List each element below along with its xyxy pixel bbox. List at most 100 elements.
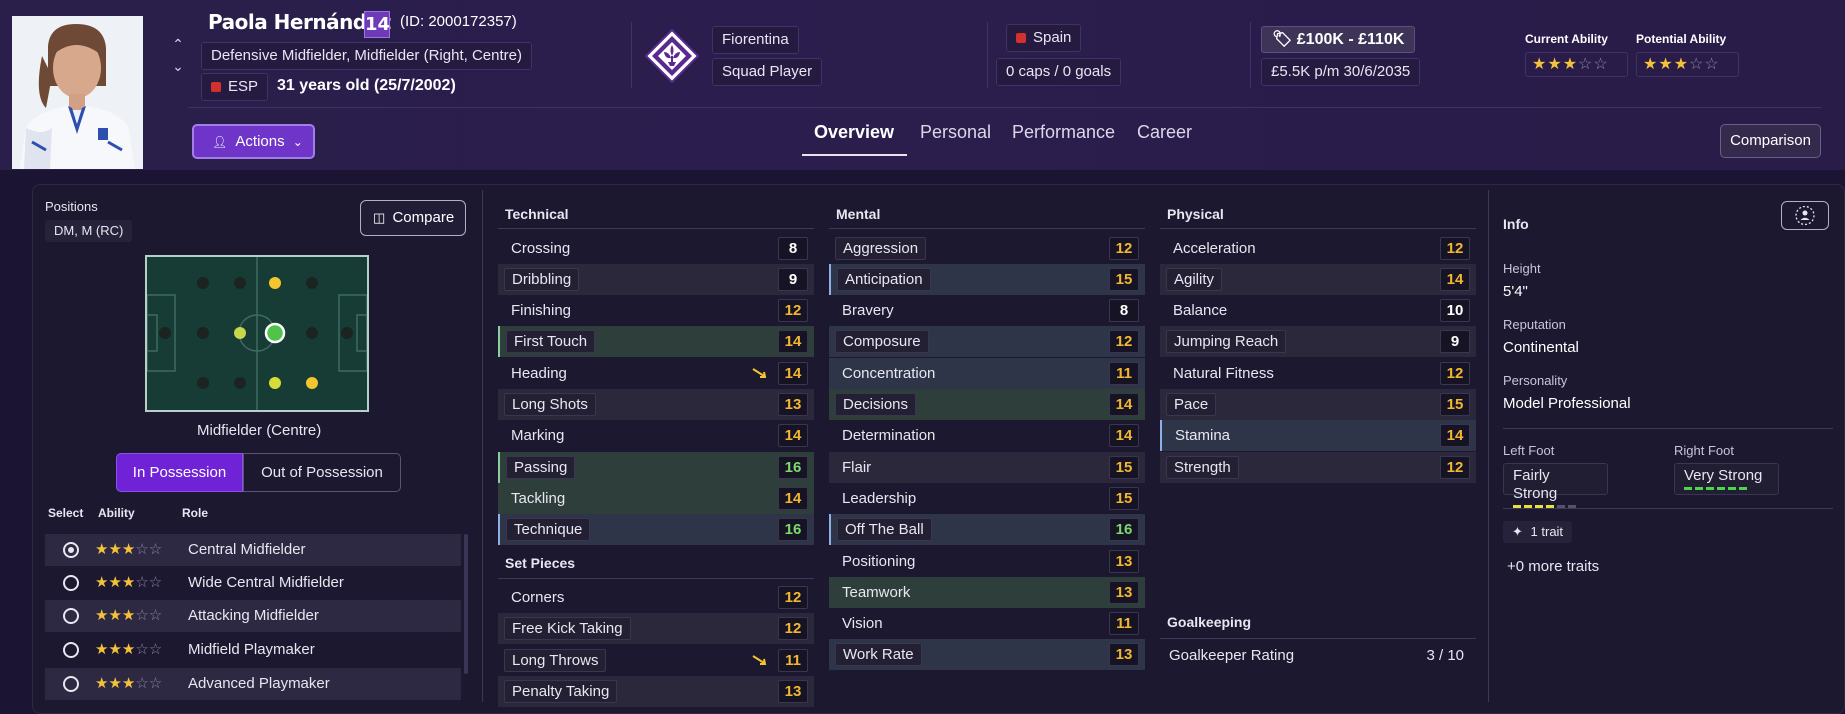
compare-button[interactable]: ◫ Compare <box>360 200 466 236</box>
info-avatar-button[interactable] <box>1781 201 1829 230</box>
attr-row[interactable]: Corners 12 <box>498 582 814 613</box>
header-divider <box>188 107 1821 108</box>
roles-scrollbar[interactable] <box>464 534 468 674</box>
attr-row[interactable]: Teamwork 13 <box>829 577 1145 608</box>
club-name[interactable]: Fiorentina <box>712 26 799 54</box>
attr-value: 13 <box>1109 581 1139 604</box>
attr-row[interactable]: Vision 11 <box>829 608 1145 639</box>
role-radio[interactable] <box>63 608 79 624</box>
club-crest-icon[interactable] <box>644 28 700 84</box>
attr-value: 11 <box>778 649 808 672</box>
role-radio[interactable] <box>63 575 79 591</box>
attr-row[interactable]: Leadership 15 <box>829 483 1145 514</box>
attr-name: Teamwork <box>842 584 911 601</box>
attr-name: Finishing <box>511 302 572 319</box>
attr-row[interactable]: Stamina 14 <box>1160 420 1476 451</box>
in-possession-toggle[interactable]: In Possession <box>116 453 243 492</box>
mental-title: Mental <box>836 206 881 222</box>
attr-row[interactable]: Determination 14 <box>829 420 1145 451</box>
tab-performance[interactable]: Performance <box>1012 122 1115 143</box>
tab-career[interactable]: Career <box>1137 122 1192 143</box>
attr-row[interactable]: Concentration 11 <box>829 358 1145 389</box>
attr-row[interactable]: Natural Fitness 12 <box>1160 358 1476 389</box>
right-foot-label: Right Foot <box>1674 443 1734 458</box>
attr-name: Vision <box>842 615 883 632</box>
attr-row[interactable]: Heading 14 <box>498 358 814 389</box>
goalkeeper-rating-row[interactable]: Goalkeeper Rating 3 / 10 <box>1160 641 1476 672</box>
attr-row[interactable]: Off The Ball 16 <box>829 514 1145 545</box>
nation-chip[interactable]: Spain <box>1006 24 1082 52</box>
attr-name: Leadership <box>842 490 917 507</box>
attr-row[interactable]: Anticipation 15 <box>829 264 1145 295</box>
role-radio[interactable] <box>63 542 79 558</box>
attr-row[interactable]: Bravery 8 <box>829 295 1145 326</box>
role-row[interactable]: ★★★☆☆ Wide Central Midfielder <box>45 567 461 599</box>
divider <box>631 22 632 88</box>
attr-value: 10 <box>1440 299 1470 322</box>
more-traits-link[interactable]: +0 more traits <box>1507 558 1599 575</box>
comparison-button[interactable]: Comparison <box>1720 124 1821 158</box>
attr-row[interactable]: Long Shots 13 <box>498 389 814 420</box>
attr-row[interactable]: Penalty Taking 13 <box>498 676 814 707</box>
info-title: Info <box>1503 216 1529 232</box>
attr-row[interactable]: Passing 16 <box>498 452 814 483</box>
attr-row[interactable]: Dribbling 9 <box>498 264 814 295</box>
attr-row[interactable]: Technique 16 <box>498 514 814 545</box>
role-row[interactable]: ★★★☆☆ Midfield Playmaker <box>45 634 461 666</box>
attr-row[interactable]: Finishing 12 <box>498 295 814 326</box>
attr-value: 11 <box>1109 362 1139 385</box>
attr-name: Balance <box>1173 302 1228 319</box>
attr-row[interactable]: Tackling 14 <box>498 483 814 514</box>
tab-personal[interactable]: Personal <box>920 122 991 143</box>
attr-row[interactable]: Decisions 14 <box>829 389 1145 420</box>
attr-row[interactable]: Jumping Reach 9 <box>1160 326 1476 357</box>
divider <box>1250 22 1251 88</box>
out-of-possession-toggle[interactable]: Out of Possession <box>243 453 401 492</box>
squad-number-badge: 14 <box>364 11 390 38</box>
attr-row[interactable]: Flair 15 <box>829 452 1145 483</box>
person-icon: 👤︎ <box>212 135 228 149</box>
attr-row[interactable]: Pace 15 <box>1160 389 1476 420</box>
attr-value: 13 <box>778 680 808 703</box>
physical-title: Physical <box>1167 206 1224 222</box>
attr-name: Heading <box>511 365 567 382</box>
role-row[interactable]: ★★★☆☆ Central Midfielder <box>45 534 461 566</box>
attr-value: 16 <box>778 456 808 479</box>
attr-row[interactable]: Work Rate 13 <box>829 639 1145 670</box>
attr-row[interactable]: Acceleration 12 <box>1160 233 1476 264</box>
divider <box>482 190 483 702</box>
attr-name: Passing <box>506 456 576 479</box>
attr-value: 14 <box>1440 268 1470 291</box>
role-row[interactable]: ★★★☆☆ Advanced Playmaker <box>45 668 461 700</box>
role-name: Wide Central Midfielder <box>188 574 344 591</box>
attr-row[interactable]: Composure 12 <box>829 326 1145 357</box>
role-row[interactable]: ★★★☆☆ Attacking Midfielder <box>45 600 461 632</box>
nationality-chip[interactable]: ESP <box>201 73 269 101</box>
role-radio[interactable] <box>63 642 79 658</box>
attr-name: Flair <box>842 459 872 476</box>
attr-name: Technique <box>506 518 591 541</box>
actions-button[interactable]: 👤︎ Actions ⌄ <box>192 124 315 159</box>
attr-row[interactable]: Marking 14 <box>498 420 814 451</box>
attr-row[interactable]: Free Kick Taking 12 <box>498 613 814 644</box>
attr-row[interactable]: Long Throws 11 <box>498 645 814 676</box>
attr-value: 11 <box>1109 612 1139 635</box>
role-radio[interactable] <box>63 676 79 692</box>
chevron-down-icon[interactable]: ⌄ <box>170 58 186 80</box>
attr-name: Tackling <box>511 490 566 507</box>
chevron-up-icon[interactable]: ⌃ <box>170 36 186 58</box>
attr-name: First Touch <box>506 330 596 353</box>
attr-row[interactable]: Strength 12 <box>1160 452 1476 483</box>
tab-overview[interactable]: Overview <box>814 122 894 143</box>
attr-row[interactable]: Positioning 13 <box>829 546 1145 577</box>
position-pitch[interactable] <box>145 255 369 412</box>
attr-row[interactable]: Crossing 8 <box>498 233 814 264</box>
attr-row[interactable]: Agility 14 <box>1160 264 1476 295</box>
divider <box>1160 228 1476 229</box>
attr-row[interactable]: Balance 10 <box>1160 295 1476 326</box>
attr-row[interactable]: Aggression 12 <box>829 233 1145 264</box>
traits-chip[interactable]: ✦ 1 trait <box>1503 521 1573 543</box>
attr-value: 15 <box>1109 456 1139 479</box>
role-ability-stars: ★★★☆☆ <box>95 641 163 658</box>
attr-row[interactable]: First Touch 14 <box>498 326 814 357</box>
